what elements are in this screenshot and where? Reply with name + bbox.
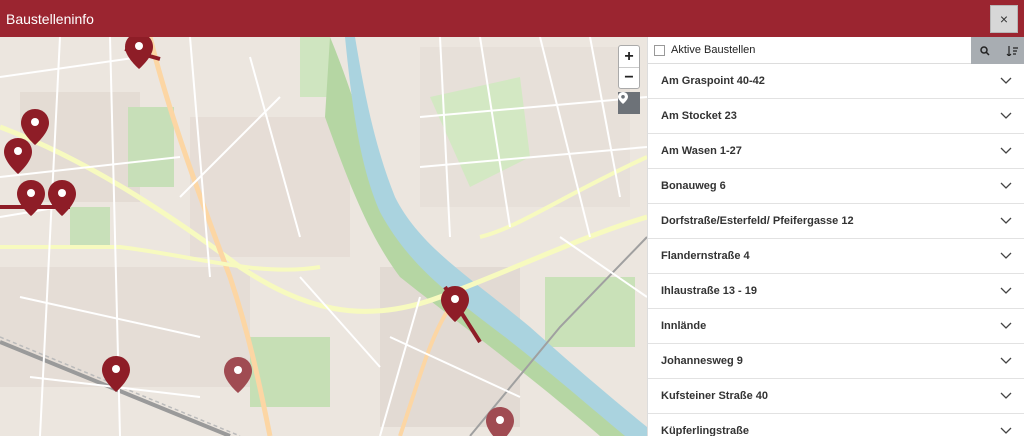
- list-item-label: Ihlaustraße 13 - 19: [661, 285, 757, 297]
- chevron-down-icon[interactable]: [1000, 182, 1012, 190]
- list-item[interactable]: Ihlaustraße 13 - 19: [648, 274, 1024, 309]
- zoom-control: + −: [618, 45, 640, 89]
- list-item-label: Am Wasen 1-27: [661, 145, 742, 157]
- list-item-label: Innlände: [661, 320, 707, 332]
- list-item-label: Küpferlingstraße: [661, 425, 750, 436]
- chevron-down-icon[interactable]: [1000, 77, 1012, 85]
- list-item[interactable]: Flandernstraße 4: [648, 239, 1024, 274]
- chevron-down-icon[interactable]: [1000, 217, 1012, 225]
- chevron-down-icon[interactable]: [1000, 147, 1012, 155]
- list-item[interactable]: Am Wasen 1-27: [648, 134, 1024, 169]
- list-item-label: Am Graspoint 40-42: [661, 75, 765, 87]
- chevron-down-icon[interactable]: [1000, 392, 1012, 400]
- list-item[interactable]: Am Graspoint 40-42: [648, 64, 1024, 99]
- zoom-out-button[interactable]: −: [619, 67, 639, 88]
- list-item-label: Johannesweg 9: [661, 355, 743, 367]
- locate-button[interactable]: [618, 92, 640, 114]
- list-item[interactable]: Küpferlingstraße: [648, 414, 1024, 436]
- chevron-down-icon[interactable]: [1000, 427, 1012, 435]
- chevron-down-icon[interactable]: [1000, 322, 1012, 330]
- list-item[interactable]: Kufsteiner Straße 40: [648, 379, 1024, 414]
- construction-list-panel: Aktive Baustellen Am Graspoint 40-42 Am …: [647, 37, 1024, 436]
- sort-button[interactable]: [998, 37, 1024, 64]
- list-item-label: Bonauweg 6: [661, 180, 726, 192]
- search-icon: [979, 45, 990, 56]
- filter-bar: Aktive Baustellen: [648, 37, 1024, 64]
- chevron-down-icon[interactable]: [1000, 112, 1012, 120]
- list-item-label: Kufsteiner Straße 40: [661, 390, 768, 402]
- title-bar: Baustelleninfo ×: [0, 0, 1024, 37]
- list-item[interactable]: Dorfstraße/Esterfeld/ Pfeifergasse 12: [648, 204, 1024, 239]
- active-filter-label: Aktive Baustellen: [671, 44, 756, 56]
- close-button[interactable]: ×: [990, 5, 1018, 33]
- chevron-down-icon[interactable]: [1000, 252, 1012, 260]
- zoom-in-button[interactable]: +: [619, 46, 639, 67]
- location-pin-icon: [618, 92, 628, 104]
- sort-icon: [1006, 45, 1018, 56]
- list-item[interactable]: Bonauweg 6: [648, 169, 1024, 204]
- list-item-label: Dorfstraße/Esterfeld/ Pfeifergasse 12: [661, 215, 854, 227]
- active-filter-checkbox[interactable]: [654, 44, 665, 56]
- chevron-down-icon[interactable]: [1000, 357, 1012, 365]
- list-item[interactable]: Am Stocket 23: [648, 99, 1024, 134]
- list-item[interactable]: Johannesweg 9: [648, 344, 1024, 379]
- map-view[interactable]: + −: [0, 37, 647, 436]
- chevron-down-icon[interactable]: [1000, 287, 1012, 295]
- list-item[interactable]: Innlände: [648, 309, 1024, 344]
- map-canvas[interactable]: [0, 37, 647, 436]
- list-item-label: Flandernstraße 4: [661, 250, 750, 262]
- list-item-label: Am Stocket 23: [661, 110, 737, 122]
- window-title: Baustelleninfo: [6, 10, 94, 27]
- search-button[interactable]: [971, 37, 998, 64]
